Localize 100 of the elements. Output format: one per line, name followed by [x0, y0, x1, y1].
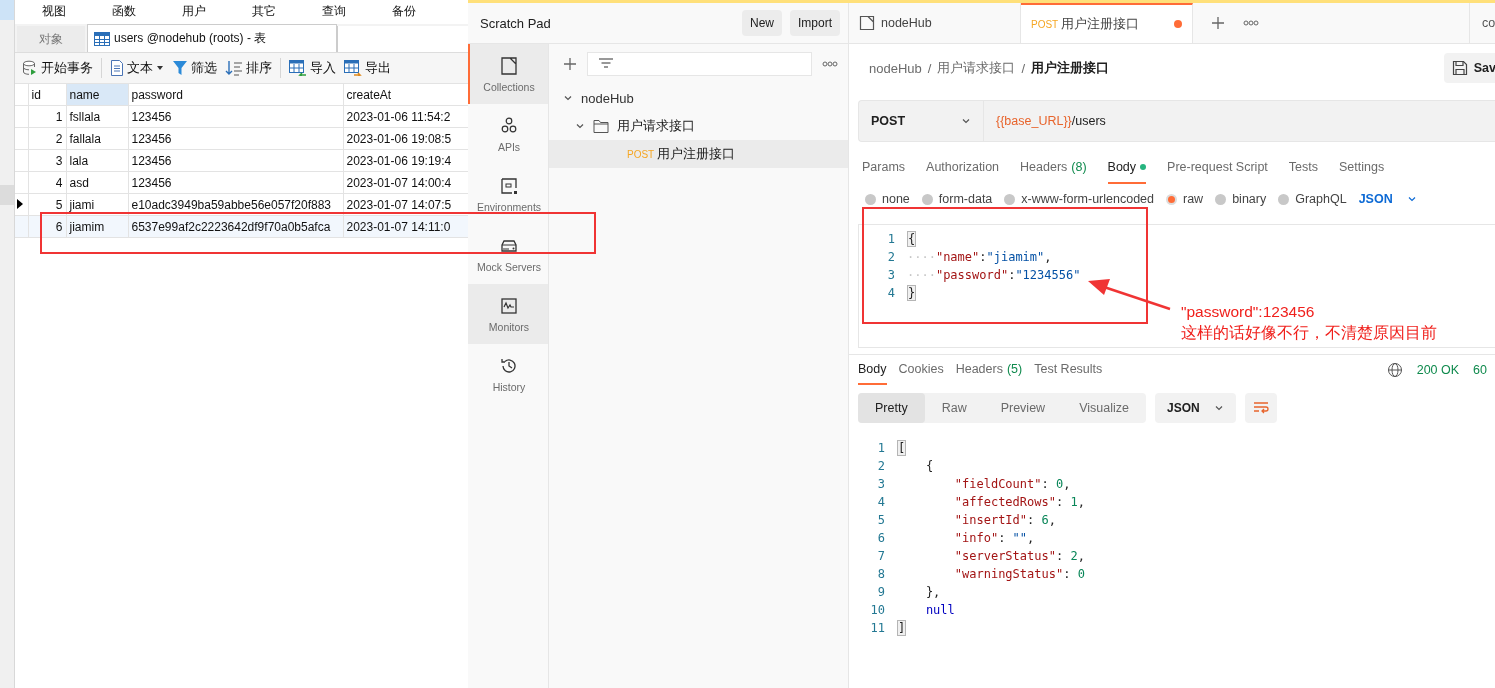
header-button[interactable]: New	[741, 10, 782, 36]
table-cell: asd	[66, 171, 128, 194]
menu-item[interactable]: 视图	[42, 2, 66, 20]
sidebar-item[interactable]: APIs	[468, 104, 548, 164]
table-cell: fallala	[66, 127, 128, 150]
tab[interactable]: Body	[858, 355, 887, 385]
tab[interactable]: Tests	[1288, 152, 1318, 184]
tab[interactable]: Headers (8)	[1020, 152, 1087, 184]
toolbar-button[interactable]: 导出	[344, 59, 391, 77]
table-cell: 3	[28, 149, 66, 172]
header-button[interactable]: Import	[790, 10, 840, 36]
toolbar-button[interactable]: 开始事务	[22, 59, 93, 77]
menu-item[interactable]: 用户	[182, 2, 206, 20]
radio-option[interactable]: form-data	[921, 192, 993, 206]
radio-button[interactable]	[921, 193, 933, 205]
current-row-icon	[17, 198, 23, 209]
column-header[interactable]: id	[28, 83, 66, 106]
request-tab[interactable]: POST 用户注册接口	[1021, 3, 1193, 43]
line-number: 6	[876, 531, 886, 545]
caret-icon	[156, 64, 164, 72]
tab[interactable]: users @nodehub (roots) - 表	[87, 24, 337, 52]
column-header[interactable]: createAt	[343, 83, 468, 106]
tab[interactable]: 对象	[17, 26, 85, 52]
tab-label[interactable]: co	[1470, 3, 1495, 43]
tree-item[interactable]: POST 用户注册接口	[549, 140, 848, 168]
radio-button[interactable]	[1004, 193, 1016, 205]
table-cell: 1	[28, 105, 66, 128]
monitor-icon	[499, 295, 519, 316]
radio-option[interactable]: GraphQL	[1278, 192, 1347, 206]
column-header[interactable]: password	[128, 83, 343, 106]
sidebar-item[interactable]: Mock Servers	[468, 224, 548, 284]
tab[interactable]: Pre-request Script	[1167, 152, 1268, 184]
response-time: 60	[1473, 363, 1487, 377]
tab[interactable]: Test Results	[1034, 355, 1103, 385]
radio-button[interactable]	[1278, 193, 1290, 205]
format-dropdown[interactable]: JSON	[1358, 192, 1417, 206]
view-switcher[interactable]: Pretty Raw Preview Visualize	[858, 393, 1146, 423]
filter-field[interactable]	[587, 52, 812, 76]
more-icon[interactable]	[1243, 20, 1259, 26]
line-number: 2	[886, 250, 896, 264]
column-header[interactable]: name	[66, 83, 128, 106]
tab[interactable]: Cookies	[898, 355, 944, 385]
save-icon	[1451, 60, 1468, 76]
menu-item[interactable]: 查询	[322, 2, 346, 20]
wrap-button[interactable]	[1244, 393, 1277, 423]
plus-icon[interactable]	[563, 57, 577, 71]
menu-item[interactable]: 函数	[112, 2, 136, 20]
breadcrumb-link[interactable]: 用户请求接口	[937, 59, 1016, 77]
radio-button[interactable]	[1166, 193, 1177, 205]
view-option[interactable]: Pretty	[858, 393, 925, 423]
chevron-down-icon	[1406, 194, 1417, 204]
tab[interactable]: Authorization	[926, 152, 1000, 184]
line-number: 3	[876, 477, 886, 491]
toolbar-button[interactable]: 筛选	[172, 59, 217, 77]
tab[interactable]: Params	[862, 152, 906, 184]
radio-option[interactable]: binary	[1215, 192, 1267, 206]
tree-item[interactable]: 用户请求接口	[549, 112, 848, 140]
globe-icon	[1386, 362, 1403, 378]
table-cell: 5	[28, 193, 66, 216]
code-line: {	[924, 459, 934, 473]
tab[interactable]: Body	[1107, 152, 1147, 184]
view-option[interactable]: Raw	[924, 393, 984, 423]
line-number: 1	[876, 441, 886, 455]
code-line: "insertId": 6,	[953, 513, 1056, 527]
status-code: 200 OK	[1416, 363, 1460, 377]
sidebar-item[interactable]: History	[468, 344, 548, 404]
code-line: null	[924, 603, 955, 617]
table-cell: fsllala	[66, 105, 128, 128]
plus-icon[interactable]	[1211, 16, 1225, 30]
database-icon	[22, 60, 38, 76]
table-cell: 123456	[128, 171, 343, 194]
table-cell: 2	[28, 127, 66, 150]
toolbar-button[interactable]: 导入	[289, 59, 336, 77]
table-icon	[94, 31, 110, 46]
radio-button[interactable]	[865, 193, 876, 205]
table-cell: 6537e99af2c2223642df9f70a0b5afca	[128, 215, 343, 238]
view-option[interactable]: Visualize	[1062, 393, 1146, 423]
toolbar-button[interactable]: 排序	[225, 59, 272, 77]
menu-item[interactable]: 备份	[392, 2, 416, 20]
sidebar-item[interactable]: Environments	[468, 164, 548, 224]
sidebar-item[interactable]: Monitors	[468, 284, 548, 344]
view-option[interactable]: Preview	[983, 393, 1063, 423]
environment-icon	[499, 175, 519, 196]
collection-icon	[859, 15, 875, 31]
breadcrumb-link[interactable]: nodeHub	[869, 60, 922, 76]
radio-option[interactable]: raw	[1166, 192, 1204, 206]
more-icon[interactable]	[822, 61, 838, 67]
tree-item[interactable]: nodeHub	[549, 84, 848, 112]
radio-option[interactable]: x-www-form-urlencoded	[1004, 192, 1154, 206]
sidebar-item[interactable]: Collections	[468, 44, 548, 104]
tab[interactable]: Settings	[1339, 152, 1385, 184]
code-line: },	[924, 585, 941, 599]
radio-option[interactable]: none	[865, 192, 910, 206]
radio-button[interactable]	[1215, 193, 1227, 205]
tab[interactable]: Headers (5)	[955, 355, 1023, 385]
code-line: "fieldCount": 0,	[953, 477, 1071, 491]
toolbar-button[interactable]: 文本	[110, 59, 164, 77]
line-number: 10	[869, 603, 886, 617]
menu-item[interactable]: 其它	[252, 2, 276, 20]
format-dropdown[interactable]: JSON	[1154, 393, 1236, 423]
